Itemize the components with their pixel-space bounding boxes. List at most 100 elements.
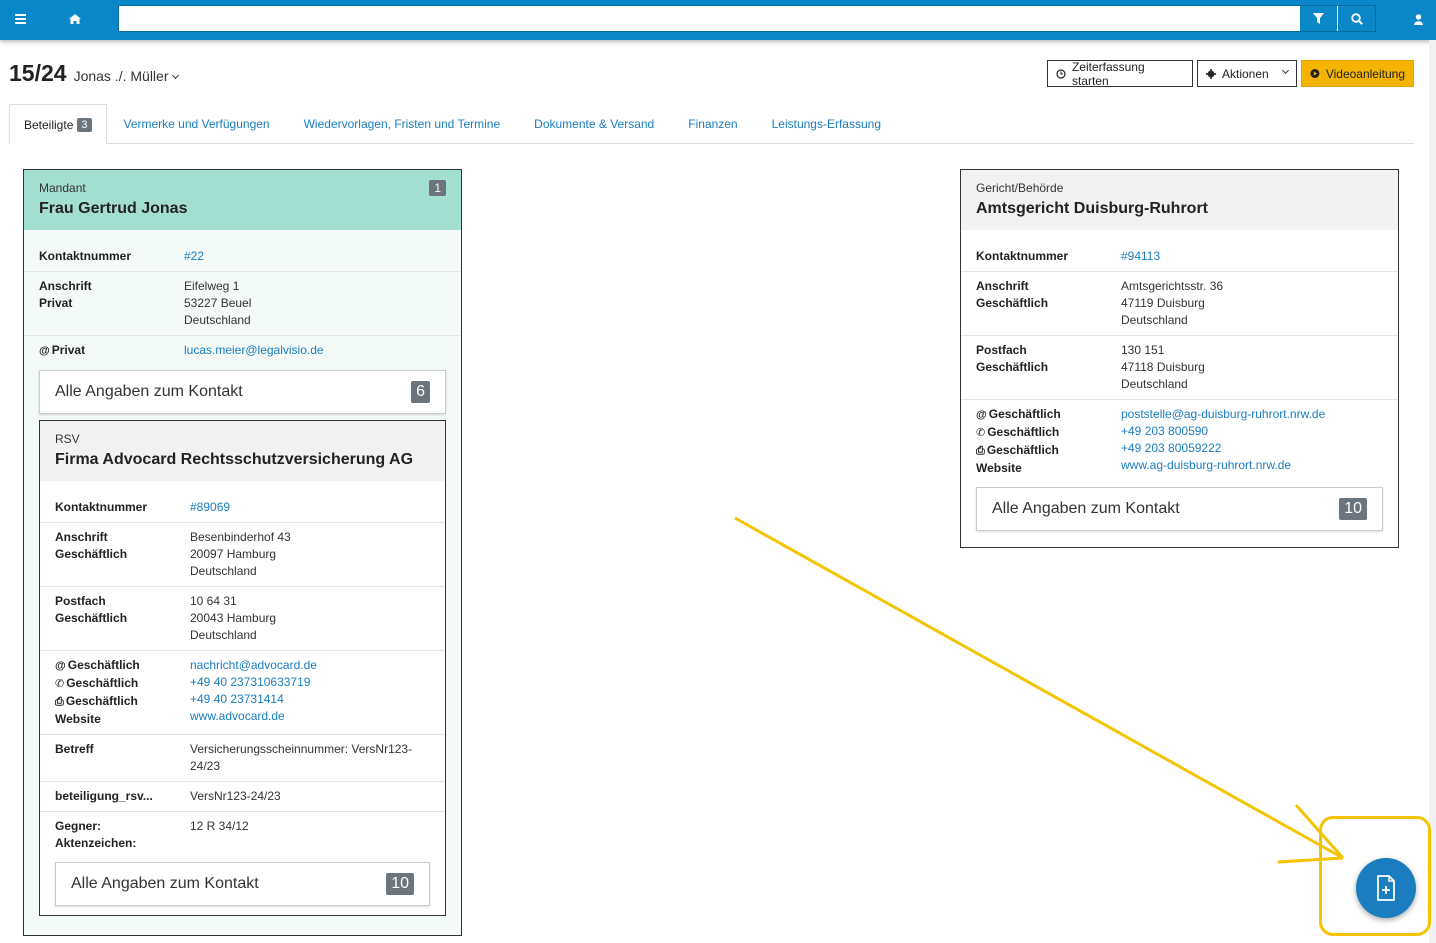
label-line: Anschrift [39, 279, 92, 293]
alle-angaben-count: 10 [386, 873, 414, 895]
label-line: Postfach [976, 343, 1027, 357]
filter-button[interactable] [1299, 6, 1337, 31]
alle-angaben-count: 6 [411, 381, 430, 403]
kontaktnummer-link[interactable]: #94113 [1121, 248, 1160, 265]
case-name-dropdown[interactable]: Jonas ./. Müller [73, 68, 179, 84]
videoanleitung-button[interactable]: Videoanleitung [1301, 60, 1414, 87]
address-line: 53227 Beuel [184, 296, 252, 310]
search-input[interactable] [119, 6, 1299, 31]
card-role: Gericht/Behörde [976, 181, 1064, 195]
email-link[interactable]: nachricht@advocard.de [190, 657, 317, 674]
betreff-row: Betreff Versicherungsscheinnummer: VersN… [40, 735, 445, 782]
alle-angaben-count: 10 [1339, 498, 1367, 520]
tab-dokumente[interactable]: Dokumente & Versand [517, 104, 671, 144]
label-text: Website [976, 461, 1022, 475]
tab-wiedervorlagen[interactable]: Wiedervorlagen, Fristen und Termine [287, 104, 518, 144]
filter-icon [1313, 13, 1324, 24]
fax-link[interactable]: +49 40 23731414 [190, 691, 317, 708]
label-text: Privat [51, 343, 86, 357]
alle-angaben-button[interactable]: Alle Angaben zum Kontakt 10 [976, 487, 1383, 531]
address-line: 20043 Hamburg [190, 611, 277, 625]
add-document-fab[interactable] [1356, 858, 1416, 918]
card-title: Firma Advocard Rechtsschutzversicherung … [55, 451, 414, 468]
card-title: Frau Gertrud Jonas [39, 200, 188, 217]
address-line: Amtsgerichtsstr. 36 [1121, 279, 1224, 293]
phone-link[interactable]: +49 40 237310633719 [190, 674, 317, 691]
website-link[interactable]: www.ag-duisburg-ruhrort.nrw.de [1121, 457, 1325, 474]
at-icon: @ [39, 345, 50, 357]
alle-angaben-label: Alle Angaben zum Kontakt [55, 383, 243, 400]
alle-angaben-label: Alle Angaben zum Kontakt [71, 875, 259, 892]
user-menu-button[interactable] [1400, 0, 1436, 38]
website-link[interactable]: www.advocard.de [190, 708, 317, 725]
label-line: Privat [39, 296, 73, 310]
alle-angaben-button[interactable]: Alle Angaben zum Kontakt 6 [39, 370, 446, 414]
rsv-card: RSV Firma Advocard Rechtsschutzversicher… [39, 420, 446, 916]
address-line: Deutschland [1121, 377, 1188, 391]
fax-link[interactable]: +49 203 80059222 [1121, 440, 1325, 457]
alle-angaben-button[interactable]: Alle Angaben zum Kontakt 10 [55, 862, 430, 906]
page-scrollbar[interactable] [1429, 40, 1436, 943]
gericht-card-header: Gericht/Behörde Amtsgericht Duisburg-Ruh… [961, 170, 1398, 230]
tab-beteiligte[interactable]: Beteiligte 3 [9, 104, 107, 145]
home-button[interactable] [55, 0, 95, 38]
tab-finanzen[interactable]: Finanzen [671, 104, 754, 144]
menu-button[interactable] [0, 0, 40, 38]
label-line: Anschrift [976, 279, 1029, 293]
gericht-card: Gericht/Behörde Amtsgericht Duisburg-Ruh… [960, 169, 1399, 548]
mandant-card: Mandant Frau Gertrud Jonas 1 Kontaktnumm… [23, 169, 462, 936]
anschrift-row: Anschrift Geschäftlich Besenbinderhof 43 2… [40, 523, 445, 587]
betreff-value: Versicherungsscheinnummer: VersNr123-24/… [190, 742, 413, 773]
address-line: Besenbinderhof 43 [190, 530, 291, 544]
label-line: Geschäftlich [55, 611, 128, 625]
home-icon [69, 14, 81, 24]
gegner-value: 12 R 34/12 [190, 819, 249, 833]
fax-icon: ⎙ [976, 445, 985, 457]
tab-label: Beteiligte [24, 117, 74, 132]
phone-link[interactable]: +49 203 800590 [1121, 423, 1325, 440]
phone-icon: ✆ [55, 678, 65, 690]
row-label: Anschrift Geschäftlich [976, 278, 1121, 329]
tab-label: Wiedervorlagen, Fristen und Termine [303, 117, 501, 131]
address-line: 47118 Duisburg [1121, 360, 1205, 374]
email-link[interactable]: lucas.meier@legalvisio.de [184, 342, 324, 359]
row-label: Anschrift Privat [39, 278, 184, 329]
address-line: 10 64 31 [190, 594, 237, 608]
file-plus-icon [1377, 875, 1395, 901]
tab-label: Vermerke und Verfügungen [123, 117, 270, 131]
card-count-badge: 1 [429, 180, 446, 196]
row-label: @ Geschäftlich ✆ Geschäftlich ⎙ Geschäftlic… [55, 657, 190, 728]
aktionen-button[interactable]: Aktionen [1197, 60, 1297, 87]
row-label: @ Privat [39, 342, 184, 360]
kontaktnummer-row: Kontaktnummer #22 [24, 230, 461, 272]
zeiterfassung-button[interactable]: Zeiterfassung starten [1047, 60, 1193, 88]
address-line: Deutschland [190, 628, 257, 642]
top-navbar [0, 0, 1436, 40]
label-text: Geschäftlich [988, 407, 1061, 421]
user-icon [1413, 13, 1423, 25]
tab-leistungs-erfassung[interactable]: Leistungs-Erfassung [755, 104, 898, 144]
postfach-row: Postfach Geschäftlich 10 64 31 20043 Hambu… [40, 587, 445, 651]
postfach-row: Postfach Geschäftlich 130 151 47118 Duisbu… [961, 336, 1398, 400]
label-text: Website [55, 712, 101, 726]
label-line: Aktenzeichen: [55, 836, 137, 850]
anschrift-row: Anschrift Geschäftlich Amtsgerichtsstr. 3… [961, 272, 1398, 336]
address-line: 130 151 [1121, 343, 1165, 357]
label-line: Geschäftlich [976, 296, 1049, 310]
anschrift-row: Anschrift Privat Eifelweg 1 53227 Beuel Deu… [24, 272, 461, 336]
kontaktnummer-link[interactable]: #22 [184, 248, 204, 265]
row-label: @ Geschäftlich ✆ Geschäftlich ⎙ Geschäftlic… [976, 406, 1121, 477]
email-link[interactable]: poststelle@ag-duisburg-ruhrort.nrw.de [1121, 406, 1325, 423]
label-line: Postfach [55, 594, 106, 608]
case-name: Jonas ./. Müller [73, 68, 169, 84]
play-circle-icon [1310, 69, 1320, 78]
label-line: Geschäftlich [55, 547, 128, 561]
tab-vermerke[interactable]: Vermerke und Verfügungen [107, 104, 287, 144]
at-icon: @ [976, 409, 987, 421]
search-button[interactable] [1337, 6, 1375, 31]
kontaktnummer-link[interactable]: #89069 [190, 499, 230, 516]
kontaktnummer-row: Kontaktnummer #94113 [961, 230, 1398, 272]
card-role: Mandant [39, 181, 86, 195]
gear-icon [1206, 68, 1216, 79]
beteiligung-row: beteiligung_rsv... VersNr123-24/23 [40, 782, 445, 812]
